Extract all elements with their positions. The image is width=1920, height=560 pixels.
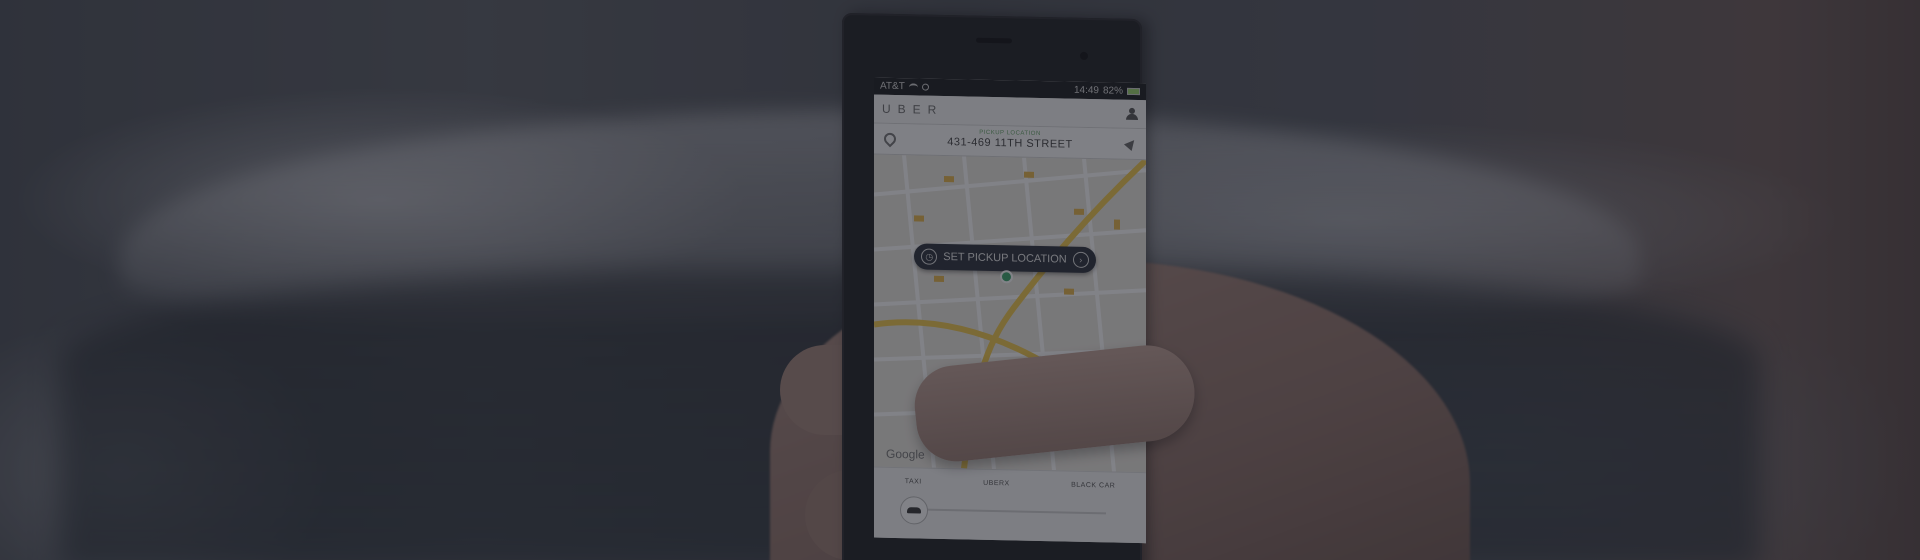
battery-percent: 82% [1102, 85, 1123, 97]
photo-scene: AT&T 14:49 82% UBER PICKUP LOCATION 431-… [0, 0, 1920, 560]
set-pickup-label: SET PICKUP LOCATION [943, 250, 1067, 266]
account-icon[interactable] [1126, 108, 1138, 120]
pickup-pin-marker [1002, 272, 1011, 282]
phone-screen: AT&T 14:49 82% UBER PICKUP LOCATION 431-… [874, 77, 1146, 544]
vehicle-selector: TAXI UBERX BLACK CAR [874, 466, 1146, 544]
battery-icon [1127, 87, 1140, 96]
wifi-icon [908, 82, 918, 91]
car-icon [907, 507, 921, 514]
map-attribution: Google [886, 446, 925, 462]
smartphone: AT&T 14:49 82% UBER PICKUP LOCATION 431-… [842, 12, 1146, 560]
uber-logo: UBER [882, 101, 944, 117]
speaker-grille [976, 37, 1012, 44]
front-camera [1080, 51, 1088, 61]
carrier-label: AT&T [880, 80, 905, 93]
vehicle-slider-track[interactable] [914, 508, 1106, 515]
status-time: 14:49 [1073, 84, 1099, 97]
clock-icon: ◷ [921, 248, 938, 265]
tab-uberx[interactable]: UBERX [983, 480, 1010, 488]
tab-black-car[interactable]: BLACK CAR [1071, 482, 1115, 490]
arrow-circle-icon: › [1072, 251, 1089, 269]
vehicle-slider-knob[interactable] [900, 496, 928, 525]
tab-taxi[interactable]: TAXI [905, 478, 922, 485]
set-pickup-button[interactable]: ◷ SET PICKUP LOCATION › [914, 243, 1096, 274]
sync-icon [921, 83, 929, 91]
